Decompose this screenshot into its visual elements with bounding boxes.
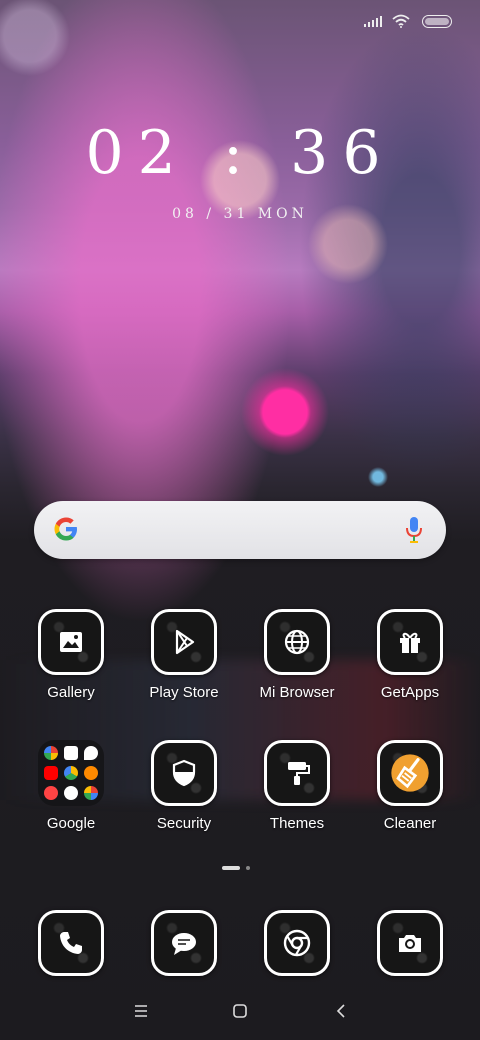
- paint-roller-icon: [264, 740, 330, 806]
- google-mini-icon: [44, 746, 58, 760]
- google-g-icon: [54, 517, 77, 541]
- signal-icon: [364, 15, 382, 27]
- drive-mini-icon: [64, 766, 78, 780]
- app-security[interactable]: Security: [134, 740, 234, 832]
- app-label: Gallery: [47, 684, 95, 701]
- broom-icon: [377, 740, 443, 806]
- navigation-bar: [0, 996, 480, 1026]
- app-play-store[interactable]: Play Store: [134, 609, 234, 701]
- app-mi-browser[interactable]: Mi Browser: [247, 609, 347, 701]
- home-icon[interactable]: [231, 1002, 249, 1020]
- page-dot-active: [222, 866, 240, 870]
- app-getapps[interactable]: GetApps: [360, 609, 460, 701]
- app-cleaner[interactable]: Cleaner: [360, 740, 460, 832]
- dock-messages[interactable]: [134, 910, 234, 976]
- folder-icon: [38, 740, 104, 806]
- shield-icon: [151, 740, 217, 806]
- menu-icon[interactable]: [132, 1002, 150, 1020]
- play-music-mini-icon: [84, 766, 98, 780]
- google-search-bar[interactable]: [34, 501, 446, 559]
- maps-mini-icon: [84, 746, 98, 760]
- page-dot: [246, 866, 250, 870]
- duo-mini-icon: [44, 786, 58, 800]
- app-label: GetApps: [380, 684, 440, 701]
- app-label: Security: [156, 815, 212, 832]
- phone-icon: [38, 910, 104, 976]
- image-icon: [38, 609, 104, 675]
- chrome-icon: [264, 910, 330, 976]
- globe-icon: [264, 609, 330, 675]
- page-indicator: [222, 866, 250, 870]
- app-label: Play Store: [149, 684, 219, 701]
- app-label: Google: [46, 815, 96, 832]
- clock-date: 08 / 31 MON: [172, 206, 308, 222]
- message-icon: [151, 910, 217, 976]
- app-themes[interactable]: Themes: [247, 740, 347, 832]
- status-bar: [364, 10, 452, 32]
- app-label: Mi Browser: [259, 684, 335, 701]
- camera-icon: [377, 910, 443, 976]
- app-gallery[interactable]: Gallery: [21, 609, 121, 701]
- youtube-mini-icon: [44, 766, 58, 780]
- app-label: Themes: [269, 815, 325, 832]
- dock-chrome[interactable]: [247, 910, 347, 976]
- gmail-mini-icon: [64, 746, 78, 760]
- wifi-icon: [392, 14, 410, 28]
- dock-camera[interactable]: [360, 910, 460, 976]
- app-google-folder[interactable]: Google: [21, 740, 121, 832]
- microphone-icon[interactable]: [404, 516, 424, 544]
- messages-mini-icon: [64, 786, 78, 800]
- app-label: Cleaner: [383, 815, 437, 832]
- play-store-icon: [151, 609, 217, 675]
- dock-phone[interactable]: [21, 910, 121, 976]
- clock-time: 02 : 36: [85, 118, 395, 188]
- battery-icon: [422, 14, 452, 28]
- photos-mini-icon: [84, 786, 98, 800]
- gift-icon: [377, 609, 443, 675]
- back-icon[interactable]: [332, 1002, 350, 1020]
